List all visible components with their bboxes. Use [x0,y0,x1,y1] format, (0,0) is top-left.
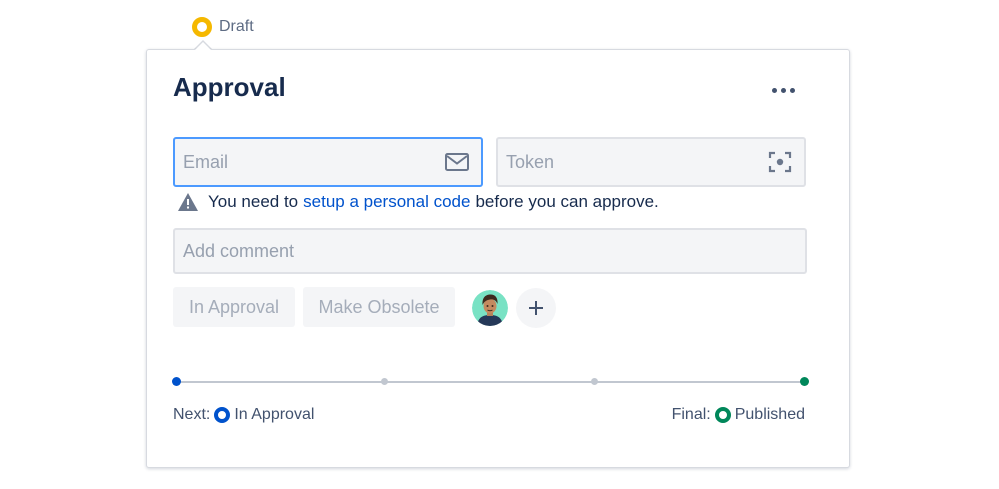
warning-text-before: You need to [208,192,299,211]
in-approval-status-icon [214,407,231,423]
approval-card: Approval You need to setup a personal co… [146,49,850,468]
warning-text-after: before you can approve. [475,192,659,211]
status-tag: Draft [192,16,254,38]
more-icon-dot [780,87,786,93]
comment-field-wrapper [173,228,807,274]
scan-icon [768,151,792,173]
setup-personal-code-link[interactable]: setup a personal code [303,192,470,212]
more-options-button[interactable] [765,76,801,104]
token-input[interactable] [498,139,804,185]
next-state-name: In Approval [234,406,315,423]
make-obsolete-button[interactable]: Make Obsolete [303,287,455,327]
email-input[interactable] [175,139,481,185]
add-approver-button[interactable] [516,288,556,328]
workflow-track [176,381,804,383]
in-approval-button[interactable]: In Approval [173,287,295,327]
card-title: Approval [173,72,286,102]
comment-input[interactable] [175,230,805,272]
warning-triangle-icon [178,193,198,211]
workflow-node-start [172,377,181,386]
workflow-node [381,378,388,385]
workflow-node-end [800,377,809,386]
approver-avatar[interactable] [472,290,508,326]
more-icon-dot [771,87,777,93]
final-state-name: Published [734,406,805,423]
token-field-wrapper [496,137,806,187]
status-label: Draft [219,18,254,35]
more-icon-dot [789,87,795,93]
email-field-wrapper [173,137,483,187]
mail-icon [445,153,469,171]
draft-status-icon [192,17,212,37]
approval-warning: You need to setup a personal code before… [177,190,659,214]
next-label-text: Next: [173,406,211,423]
final-state: Final: Published [672,404,805,426]
next-state: Next: In Approval [173,404,314,426]
final-label-text: Final: [671,406,711,423]
card-pointer-fill [194,42,212,51]
workflow-node [591,378,598,385]
published-status-icon [714,407,731,423]
plus-icon [529,301,543,315]
person-avatar-icon [472,290,508,326]
